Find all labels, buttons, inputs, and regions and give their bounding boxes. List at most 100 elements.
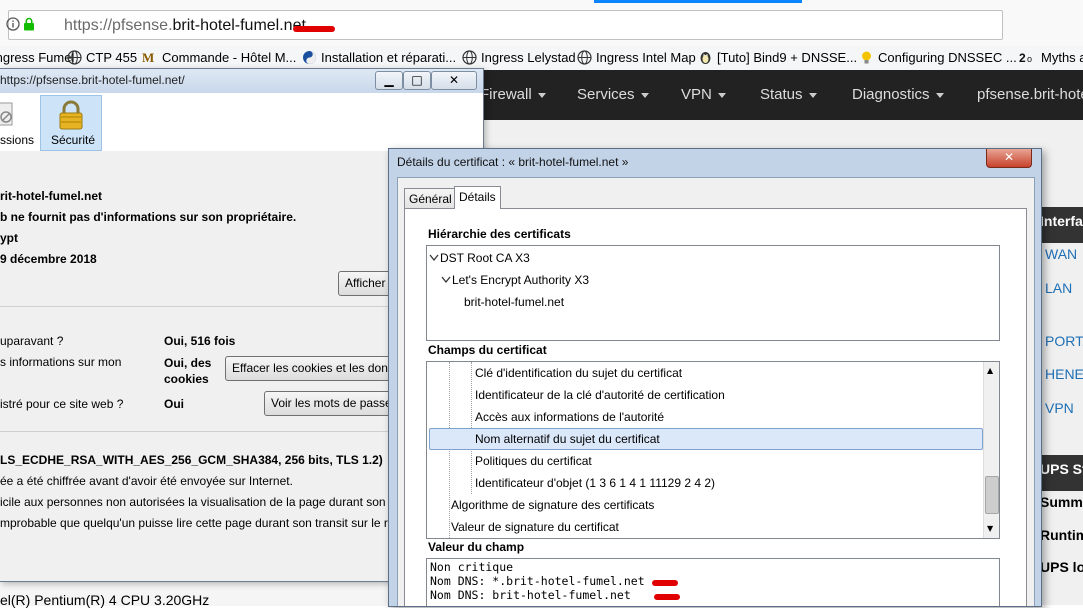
bookmark-label: [Tuto] Bind9 + DNSSE...	[717, 50, 858, 65]
info-icon[interactable]	[6, 17, 20, 31]
permissions-icon	[0, 101, 16, 127]
tab-permissions[interactable]: ssions	[0, 133, 34, 147]
svg-text:o: o	[1027, 54, 1032, 64]
url-text: https://pfsense.brit-hotel-fumel.net	[64, 17, 306, 35]
bookmark-label: Myths a	[1041, 50, 1083, 65]
close-button[interactable]: ✕	[431, 71, 477, 90]
chevron-down-icon[interactable]	[441, 276, 451, 284]
link-porta[interactable]: PORTA	[1045, 333, 1083, 349]
bookmark-item[interactable]: Configuring DNSSEC ...	[859, 50, 1017, 65]
verified-by: ypt	[0, 231, 18, 245]
ups-runtime-label: Runtime	[1040, 527, 1083, 543]
panel-title: Interfa	[1040, 213, 1083, 229]
hierarchy-label: Hiérarchie des certificats	[428, 227, 571, 241]
field-item[interactable]: Identificateur d'objet (1 3 6 1 4 1 1112…	[475, 476, 715, 490]
bookmark-label: Commande - Hôtel M...	[162, 50, 297, 65]
bookmark-item[interactable]: Ingress Fumel	[0, 50, 74, 65]
site-name: rit-hotel-fumel.net	[0, 189, 102, 203]
tab-details[interactable]: Détails	[454, 186, 501, 209]
caret-down-icon	[640, 92, 649, 98]
close-button[interactable]: ✕	[986, 149, 1032, 168]
redaction-mark	[293, 26, 335, 32]
field-item[interactable]: Accès aux informations de l'autorité	[475, 410, 664, 424]
url-prefix: https://pfsense.	[64, 17, 173, 34]
tab-security[interactable]: Sécurité	[40, 95, 102, 151]
tree-item-root[interactable]: DST Root CA X3	[440, 251, 530, 265]
fields-scrollbar[interactable]: ▲ ▼	[983, 362, 999, 538]
lock-icon[interactable]	[22, 17, 36, 31]
link-wan[interactable]: WAN	[1045, 246, 1077, 262]
field-item[interactable]: Politiques du certificat	[475, 454, 592, 468]
passwords-answer: Oui	[164, 397, 184, 411]
menu-diagnostics[interactable]: Diagnostics	[852, 86, 944, 103]
menu-services[interactable]: Services	[577, 86, 649, 103]
visited-answer: Oui, 516 fois	[164, 334, 236, 348]
yin-yang-icon	[303, 51, 316, 64]
link-lan[interactable]: LAN	[1045, 280, 1072, 296]
bookmark-item[interactable]: Installation et réparati...	[302, 50, 456, 65]
svg-text:2: 2	[1019, 51, 1026, 65]
globe-icon	[67, 50, 82, 65]
field-item[interactable]: Algorithme de signature des certificats	[451, 498, 654, 512]
globe-icon	[462, 50, 477, 65]
hierarchy-tree[interactable]: DST Root CA X3 Let's Encrypt Authority X…	[426, 245, 1000, 341]
field-value-box[interactable]: Non critique Nom DNS: *.brit-hotel-fumel…	[426, 558, 1000, 606]
caret-down-icon	[717, 92, 726, 98]
active-tab-indicator	[594, 0, 802, 3]
link-hene[interactable]: HENE	[1045, 366, 1083, 382]
pfsense-navbar: Firewall Services VPN Status Diagnostics…	[480, 70, 1083, 120]
storing-question: s informations sur mon	[0, 355, 122, 369]
bookmark-label: Ingress Intel Map	[596, 50, 696, 65]
ups-load-label: UPS load	[1040, 559, 1083, 575]
value-line: Nom DNS: brit-hotel-fumel.net	[430, 588, 631, 602]
field-item-selected[interactable]: Nom alternatif du sujet du certificat	[475, 432, 660, 446]
menu-firewall[interactable]: Firewall	[480, 86, 546, 103]
menu-label: Status	[760, 86, 803, 103]
value-line: Non critique	[430, 560, 514, 574]
menu-hostname[interactable]: pfsense.brit-hote	[977, 86, 1083, 103]
passwords-question: istré pour ce site web ?	[0, 397, 124, 411]
caret-down-icon	[808, 92, 817, 98]
lightbulb-icon	[862, 51, 871, 64]
padlock-icon	[59, 100, 83, 130]
bookmark-item[interactable]: [Tuto] Bind9 + DNSSE...	[698, 50, 857, 65]
fields-tree[interactable]: Clé d'identification du sujet du certifi…	[426, 361, 1000, 539]
scroll-up-icon[interactable]: ▲	[987, 366, 993, 375]
value-line: Nom DNS: *.brit-hotel-fumel.net	[430, 574, 645, 588]
tree-item-leaf[interactable]: brit-hotel-fumel.net	[464, 295, 564, 309]
bookmark-label: Ingress Lelystad	[481, 50, 576, 65]
menu-label: VPN	[681, 86, 712, 103]
scroll-down-icon[interactable]: ▼	[987, 524, 993, 533]
chevron-down-icon[interactable]	[429, 254, 439, 262]
menu-vpn[interactable]: VPN	[681, 86, 726, 103]
field-item[interactable]: Valeur de signature du certificat	[451, 520, 619, 534]
cipher-info: LS_ECDHE_RSA_WITH_AES_256_GCM_SHA384, 25…	[0, 453, 383, 467]
tree-item-intermediate[interactable]: Let's Encrypt Authority X3	[452, 273, 589, 287]
security-line-2: mprobable que quelqu'un puisse lire cett…	[0, 516, 388, 530]
menu-label: Diagnostics	[852, 86, 930, 103]
tab-general[interactable]: Général	[404, 188, 457, 209]
window-title: https://pfsense.brit-hotel-fumel.net/	[0, 73, 185, 87]
maximize-button[interactable]: □	[403, 71, 431, 90]
scrollbar-thumb[interactable]	[985, 476, 999, 514]
minimize-button[interactable]: ▁	[375, 71, 403, 90]
expiry-date: 9 décembre 2018	[0, 252, 97, 266]
visited-question: uparavant ?	[0, 334, 64, 348]
bookmark-label: Configuring DNSSEC ...	[878, 50, 1017, 65]
field-item[interactable]: Clé d'identification du sujet du certifi…	[475, 366, 682, 380]
bookmark-item[interactable]: 2 o Myths a	[1019, 50, 1083, 65]
panel-ups-header: UPS St	[1035, 455, 1083, 491]
menu-status[interactable]: Status	[760, 86, 817, 103]
bookmark-item[interactable]: Ingress Lelystad	[462, 50, 576, 65]
bookmark-label: Ingress Fumel	[0, 50, 75, 65]
bookmark-item[interactable]: CTP 455	[67, 50, 137, 65]
bookmark-item[interactable]: M Commande - Hôtel M...	[142, 50, 296, 65]
link-vpn[interactable]: VPN	[1045, 400, 1074, 416]
menu-label: Firewall	[480, 86, 532, 103]
details-panel: Hiérarchie des certificats DST Root CA X…	[404, 208, 1027, 606]
field-item[interactable]: Identificateur de la clé d'autorité de c…	[475, 388, 725, 402]
storing-answer: Oui, des cookies	[164, 356, 212, 386]
redaction-mark	[654, 594, 680, 600]
cpu-row: el(R) Pentium(R) 4 CPU 3.20GHz	[0, 580, 392, 608]
bookmark-item[interactable]: Ingress Intel Map	[577, 50, 696, 65]
